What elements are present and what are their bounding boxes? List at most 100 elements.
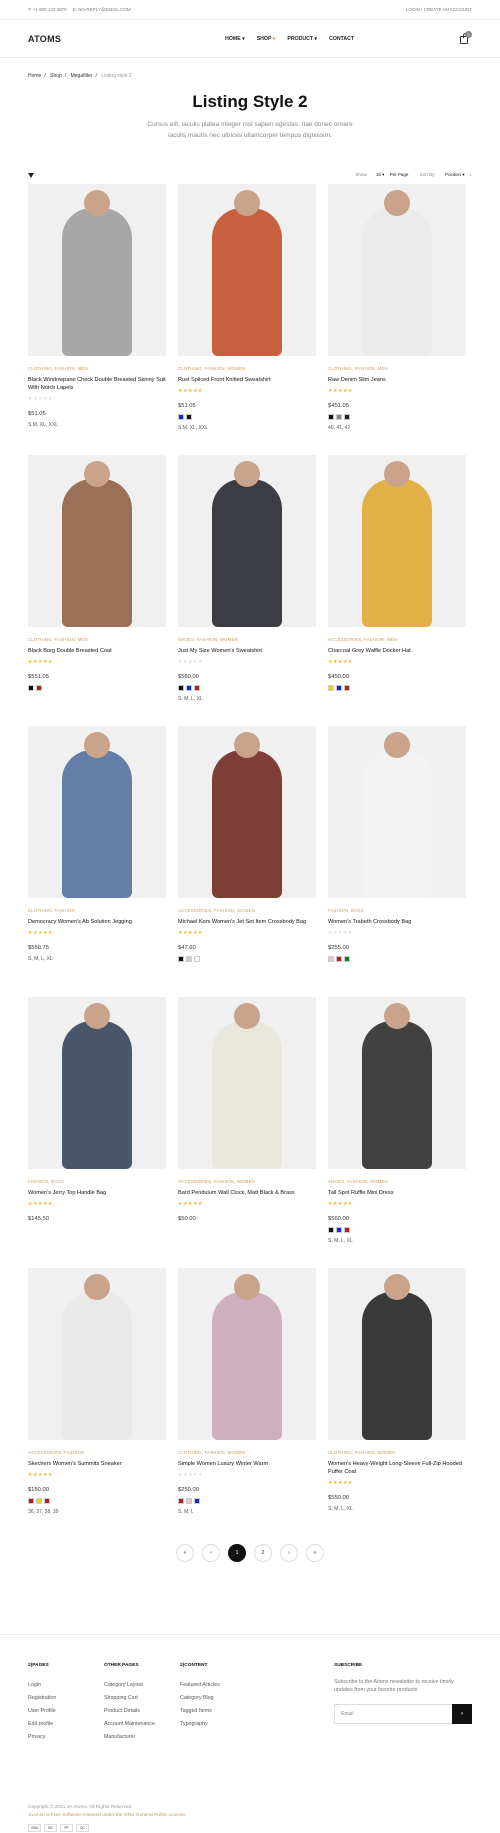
product-title[interactable]: Bard Pendulum Wall Clock, Matt Black & B… <box>178 1189 316 1197</box>
product-title[interactable]: Simple Women Luxury Winter Warm <box>178 1460 316 1468</box>
footer-link[interactable]: Edit profile <box>28 1721 104 1727</box>
page-button[interactable]: ‹ <box>202 1544 220 1562</box>
product-image[interactable] <box>178 184 316 356</box>
product-card[interactable]: CLOTHING, FASHION Democracy Women's Ab So… <box>28 726 166 997</box>
sort-direction-icon[interactable]: ↓ <box>470 172 472 177</box>
footer-link[interactable]: Login <box>28 1682 104 1688</box>
product-title[interactable]: Skechers Women's Summits Sneaker <box>28 1460 166 1468</box>
color-swatch[interactable] <box>328 956 334 962</box>
color-swatch[interactable] <box>178 956 184 962</box>
breadcrumb-megafilter[interactable]: Megafilter <box>71 73 93 79</box>
nav-contact[interactable]: CONTACT <box>329 36 354 42</box>
product-card[interactable]: ACCESSORIES, FASHION Skechers Women's Sum… <box>28 1268 166 1539</box>
product-title[interactable]: Charcoal Grey Waffle Docker Hat <box>328 647 466 655</box>
product-card[interactable]: FASHION, BAGS Women's Trabeth Crossbody B… <box>328 726 466 997</box>
color-swatch[interactable] <box>336 956 342 962</box>
footer-link[interactable]: Privacy <box>28 1734 104 1740</box>
color-swatch[interactable] <box>178 414 184 420</box>
footer-link[interactable]: Registration <box>28 1695 104 1701</box>
footer-link[interactable]: Product Details <box>104 1708 180 1714</box>
product-card[interactable]: ACCESSORIES, FASHION, MEN Charcoal Grey W… <box>328 455 466 726</box>
breadcrumb-shop[interactable]: Shop <box>50 73 62 79</box>
color-swatch[interactable] <box>328 1227 334 1233</box>
product-card[interactable]: ACCESSORIES, FASHION, WOMEN Michael Kors … <box>178 726 316 997</box>
product-card[interactable]: CLOTHING, FASHION, WOMEN Rust Spliced Fro… <box>178 184 316 455</box>
product-title[interactable]: Rust Spliced Front Knitted Sweatshirt <box>178 376 316 384</box>
product-image[interactable] <box>328 997 466 1169</box>
product-card[interactable]: ACCESSORIES, FASHION, WOMEN Bard Pendulum… <box>178 997 316 1268</box>
product-image[interactable] <box>328 455 466 627</box>
email-text[interactable]: E: NO-REPLY@EMAIL.COM <box>73 7 131 12</box>
nav-product[interactable]: PRODUCT ▾ <box>287 36 317 42</box>
filter-icon[interactable] <box>28 172 34 178</box>
color-swatch[interactable] <box>336 1227 342 1233</box>
account-link[interactable]: LOGIN / CREATE AN ACCOUNT <box>406 7 472 12</box>
product-title[interactable]: Black Borg Double Breasted Coat <box>28 647 166 655</box>
product-image[interactable] <box>178 726 316 898</box>
product-title[interactable]: Raw Denim Slim Jeans <box>328 376 466 384</box>
email-input[interactable]: Email <box>334 1704 452 1724</box>
color-swatch[interactable] <box>344 956 350 962</box>
color-swatch[interactable] <box>178 685 184 691</box>
color-swatch[interactable] <box>186 956 192 962</box>
per-page-select[interactable]: 15 ▾ <box>372 172 385 177</box>
color-swatch[interactable] <box>328 685 334 691</box>
product-image[interactable] <box>328 184 466 356</box>
product-card[interactable]: CLOTHING, FASHION, MEN Black Windowpane C… <box>28 184 166 455</box>
color-swatch[interactable] <box>28 1498 34 1504</box>
color-swatch[interactable] <box>186 685 192 691</box>
page-button[interactable]: 1 <box>228 1544 246 1562</box>
product-image[interactable] <box>28 997 166 1169</box>
breadcrumb-home[interactable]: Home <box>28 73 41 79</box>
color-swatch[interactable] <box>344 414 350 420</box>
page-button[interactable]: 2 <box>254 1544 272 1562</box>
product-image[interactable] <box>28 726 166 898</box>
color-swatch[interactable] <box>36 1498 42 1504</box>
cart-icon[interactable]: 0 <box>458 30 472 46</box>
page-button[interactable]: › <box>280 1544 298 1562</box>
product-title[interactable]: Women's Jerry Top Handle Bag <box>28 1189 166 1197</box>
product-image[interactable] <box>28 1268 166 1440</box>
footer-link[interactable]: User Profile <box>28 1708 104 1714</box>
subscribe-button[interactable]: › <box>452 1704 472 1724</box>
product-card[interactable]: CLOTHING, FASHION, MEN Black Borg Double … <box>28 455 166 726</box>
license-link[interactable]: Joomla! is Free Software released under … <box>28 1812 472 1820</box>
color-swatch[interactable] <box>194 685 200 691</box>
product-image[interactable] <box>28 184 166 356</box>
footer-link[interactable]: Account Maintenance <box>104 1721 180 1727</box>
color-swatch[interactable] <box>28 685 34 691</box>
footer-link[interactable]: Tagged Items <box>180 1708 256 1714</box>
page-button[interactable]: » <box>306 1544 324 1562</box>
product-card[interactable]: SHOES, FASHION, WOMEN Just My Size Women'… <box>178 455 316 726</box>
footer-link[interactable]: Category Layout <box>104 1682 180 1688</box>
product-image[interactable] <box>328 1268 466 1440</box>
footer-link[interactable]: Featured Articles <box>180 1682 256 1688</box>
color-swatch[interactable] <box>336 414 342 420</box>
product-card[interactable]: FASHION, BAGS Women's Jerry Top Handle Ba… <box>28 997 166 1268</box>
product-image[interactable] <box>178 1268 316 1440</box>
color-swatch[interactable] <box>186 414 192 420</box>
footer-link[interactable]: Manufacturer <box>104 1734 180 1740</box>
footer-link[interactable]: Category Blog <box>180 1695 256 1701</box>
color-swatch[interactable] <box>194 956 200 962</box>
color-swatch[interactable] <box>178 1498 184 1504</box>
sort-select[interactable]: Position ▾ <box>441 172 465 177</box>
product-title[interactable]: Just My Size Women's Sweatshirt <box>178 647 316 655</box>
nav-shop[interactable]: SHOP ▾ <box>257 36 276 42</box>
footer-link[interactable]: Typography <box>180 1721 256 1727</box>
color-swatch[interactable] <box>44 1498 50 1504</box>
product-title[interactable]: Michael Kors Women's Jet Set Item Crossb… <box>178 918 316 926</box>
color-swatch[interactable] <box>186 1498 192 1504</box>
logo[interactable]: ATOMS <box>28 34 61 44</box>
color-swatch[interactable] <box>36 685 42 691</box>
product-title[interactable]: Black Windowpane Check Double Breasted S… <box>28 376 166 392</box>
color-swatch[interactable] <box>194 1498 200 1504</box>
product-image[interactable] <box>28 455 166 627</box>
product-image[interactable] <box>178 455 316 627</box>
product-image[interactable] <box>178 997 316 1169</box>
color-swatch[interactable] <box>336 685 342 691</box>
product-title[interactable]: Tall Spot Ruffle Mini Dress <box>328 1189 466 1197</box>
product-image[interactable] <box>328 726 466 898</box>
product-card[interactable]: SHOES, FASHION, WOMEN Tall Spot Ruffle Mi… <box>328 997 466 1268</box>
page-button[interactable]: « <box>176 1544 194 1562</box>
